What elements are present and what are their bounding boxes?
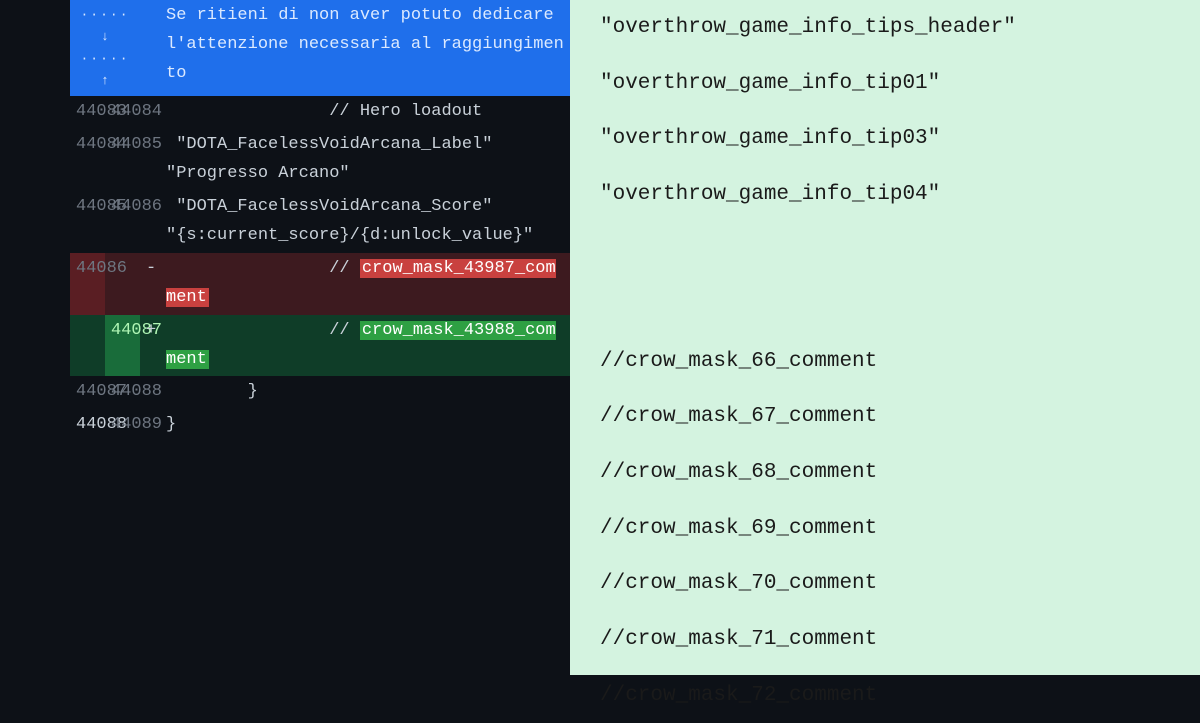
line-number-old[interactable]: 44085 [70,191,105,253]
expand-down-icon[interactable]: ↓ [70,26,140,48]
line-number-new[interactable]: 44085 [105,129,140,191]
dotted-divider: ····· [70,4,140,26]
line-number-new[interactable]: 44087 [105,315,140,377]
reference-line: "overthrow_game_info_tip04" [600,167,1170,223]
line-number-old[interactable]: 44088 [70,409,105,442]
reference-line: //crow_mask_70_comment [600,556,1170,612]
line-number-old[interactable]: 44087 [70,376,105,409]
reference-line: //crow_mask_68_comment [600,445,1170,501]
diff-row-deleted: 44086 - // crow_mask_43987_comment [70,253,570,315]
code-content: "DOTA_FacelessVoidArcana_Label" "Progres… [160,129,570,191]
line-number-old[interactable]: 44083 [70,96,105,129]
hunk-expand-row[interactable]: ····· ↓ ····· ↑ Se ritieni di non aver p… [70,0,570,96]
hunk-context-text: Se ritieni di non aver potuto dedicare l… [160,0,570,96]
dotted-divider: ····· [70,48,140,70]
code-content: // crow_mask_43988_comment [160,315,570,377]
reference-line: "overthrow_game_info_tips_header" [600,0,1170,56]
reference-line: //crow_mask_72_comment [600,668,1170,723]
reference-line [600,223,1170,279]
line-number-new[interactable]: 44088 [105,376,140,409]
code-content: } [160,376,570,409]
code-content: // crow_mask_43987_comment [160,253,570,315]
reference-line: //crow_mask_71_comment [600,612,1170,668]
line-number-new[interactable]: 44089 [105,409,140,442]
reference-line [600,278,1170,334]
diff-row: 44084 44085 "DOTA_FacelessVoidArcana_Lab… [70,129,570,191]
diff-row: 44087 44088 } [70,376,570,409]
line-number-old[interactable] [70,315,105,377]
reference-line: "overthrow_game_info_tip01" [600,56,1170,112]
reference-line: "overthrow_game_info_tip03" [600,111,1170,167]
diff-table: ····· ↓ ····· ↑ Se ritieni di non aver p… [70,0,570,442]
reference-line: //crow_mask_67_comment [600,389,1170,445]
line-number-new[interactable]: 44084 [105,96,140,129]
reference-panel: "overthrow_game_info_tips_header" "overt… [570,0,1200,675]
expand-up-icon[interactable]: ↑ [70,70,140,92]
code-content: "DOTA_FacelessVoidArcana_Score" "{s:curr… [160,191,570,253]
code-content: // Hero loadout [160,96,570,129]
line-number-new[interactable]: 44086 [105,191,140,253]
diff-row: 44085 44086 "DOTA_FacelessVoidArcana_Sco… [70,191,570,253]
diff-panel: ····· ↓ ····· ↑ Se ritieni di non aver p… [0,0,570,675]
diff-row: 44083 44084 // Hero loadout [70,96,570,129]
diff-row: 44088 44089 } [70,409,570,442]
reference-line: //crow_mask_66_comment [600,334,1170,390]
line-number-old[interactable]: 44084 [70,129,105,191]
code-content: } [160,409,570,442]
line-number-old[interactable]: 44086 [70,253,105,315]
reference-line: //crow_mask_69_comment [600,501,1170,557]
diff-row-added: 44087 + // crow_mask_43988_comment [70,315,570,377]
